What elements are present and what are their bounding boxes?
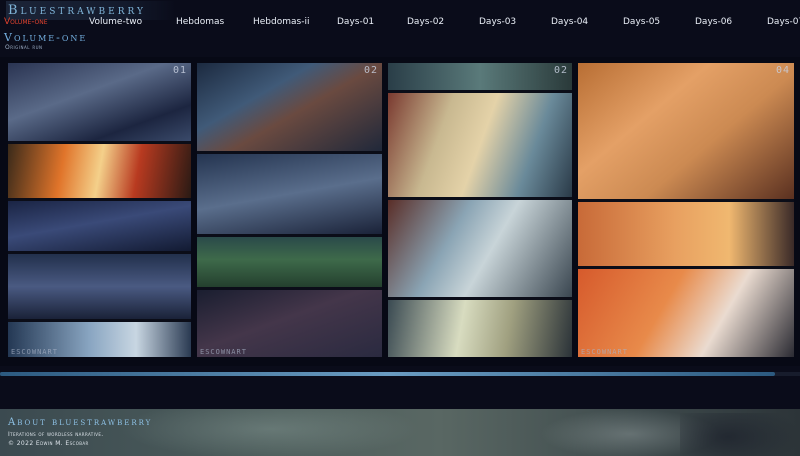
panel-image	[388, 63, 572, 90]
panel-image	[8, 63, 191, 141]
panel-image	[8, 201, 191, 251]
about-title: About bluestrawberry	[8, 417, 153, 428]
comic-gallery[interactable]: 01 ESCOWNART 02 ESCOWNART 02 04 ESCOWNAR…	[0, 57, 800, 366]
panel-image	[578, 202, 794, 266]
page-number: 02	[363, 65, 378, 76]
panel-image	[388, 200, 572, 297]
nav-item-days-06[interactable]: Days-06	[695, 17, 732, 27]
panel-image	[578, 63, 794, 199]
background-art	[120, 409, 420, 456]
nav-item-volume-two[interactable]: Volume-two	[89, 17, 142, 27]
section-caption: Original run	[5, 44, 43, 51]
background-art	[680, 413, 800, 456]
page-number: 01	[172, 65, 187, 76]
about-footer: About bluestrawberry Iterations of wordl…	[0, 409, 800, 456]
panel-image	[8, 144, 191, 198]
main-nav: Volume-one Volume-two Hebdomas Hebdomas-…	[0, 17, 800, 31]
comic-page-2[interactable]: 02 ESCOWNART	[197, 63, 382, 357]
artist-signature: ESCOWNART	[200, 348, 247, 356]
artist-signature: ESCOWNART	[581, 348, 628, 356]
panel-image	[197, 154, 382, 234]
panel-image	[197, 290, 382, 357]
section-title: Volume-one	[4, 31, 88, 44]
about-description: Iterations of wordless narrative.	[8, 431, 104, 438]
panel-image	[388, 93, 572, 197]
nav-item-hebdomas[interactable]: Hebdomas	[176, 17, 224, 27]
comic-page-4[interactable]: 04 ESCOWNART	[578, 63, 794, 357]
artist-signature: ESCOWNART	[11, 348, 58, 356]
comic-page-1[interactable]: 01 ESCOWNART	[8, 63, 191, 357]
nav-item-volume-one[interactable]: Volume-one	[4, 17, 48, 27]
panel-image	[578, 269, 794, 357]
nav-item-days-05[interactable]: Days-05	[623, 17, 660, 27]
nav-item-days-03[interactable]: Days-03	[479, 17, 516, 27]
gallery-scrollbar[interactable]	[0, 372, 800, 376]
panel-image	[197, 63, 382, 151]
nav-item-days-02[interactable]: Days-02	[407, 17, 444, 27]
page-number: 02	[553, 65, 568, 76]
panel-image	[8, 254, 191, 319]
panel-image	[197, 237, 382, 287]
nav-item-days-07[interactable]: Days-07	[767, 17, 800, 27]
scrollbar-thumb[interactable]	[0, 372, 775, 376]
page-number: 04	[775, 65, 790, 76]
nav-item-days-01[interactable]: Days-01	[337, 17, 374, 27]
panel-image	[388, 300, 572, 357]
comic-page-3[interactable]: 02	[388, 63, 572, 357]
nav-item-hebdomas-ii[interactable]: Hebdomas-ii	[253, 17, 309, 27]
nav-item-days-04[interactable]: Days-04	[551, 17, 588, 27]
copyright: © 2022 Edwin M. Escobar	[8, 440, 89, 447]
